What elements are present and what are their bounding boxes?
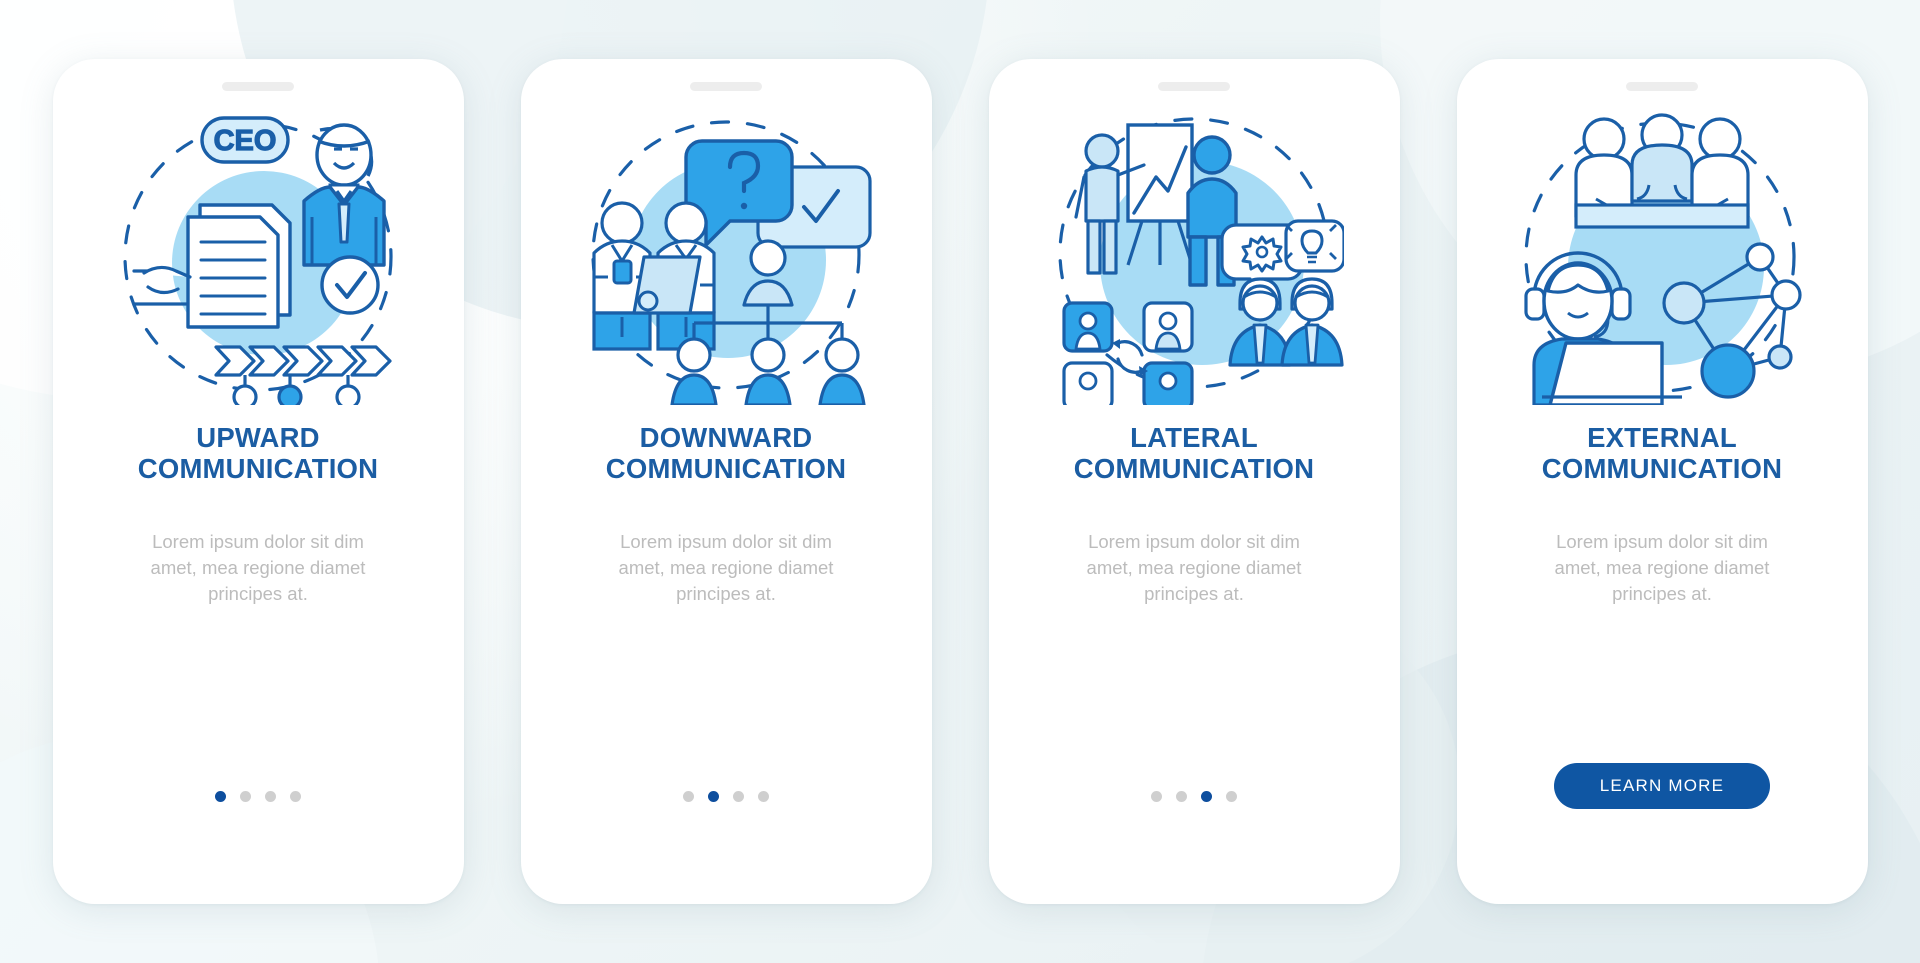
page-title: LATERAL COMMUNICATION bbox=[1029, 422, 1359, 485]
ceo-badge-label: CEO bbox=[214, 125, 277, 157]
pagination-dot-2[interactable] bbox=[708, 791, 719, 802]
pagination-dot-3[interactable] bbox=[733, 791, 744, 802]
pagination-dot-3[interactable] bbox=[1201, 791, 1212, 802]
pagination-dot-1[interactable] bbox=[1151, 791, 1162, 802]
pagination-dots[interactable] bbox=[215, 791, 301, 802]
phone-speaker-bar bbox=[1626, 82, 1698, 91]
pagination-dot-2[interactable] bbox=[240, 791, 251, 802]
pagination-dot-1[interactable] bbox=[683, 791, 694, 802]
page-title: DOWNWARD COMMUNICATION bbox=[561, 422, 891, 485]
page-description: Lorem ipsum dolor sit dim amet, mea regi… bbox=[150, 530, 366, 605]
page-title-line1: LATERAL bbox=[1130, 422, 1258, 453]
page-title-line2: COMMUNICATION bbox=[1541, 452, 1783, 484]
pagination-dot-1[interactable] bbox=[215, 791, 226, 802]
illustration-container: CEO bbox=[88, 105, 428, 405]
page-title-line2: COMMUNICATION bbox=[605, 452, 847, 484]
phone-mockup-row: CEO UPWARD COMMUNICATION Lorem ipsum dol… bbox=[0, 0, 1920, 963]
page-title-line1: DOWNWARD bbox=[639, 422, 813, 453]
page-title-line2: COMMUNICATION bbox=[137, 452, 379, 484]
page-title-line2: COMMUNICATION bbox=[1073, 452, 1315, 484]
pagination-dot-4[interactable] bbox=[758, 791, 769, 802]
pagination-dots[interactable] bbox=[1151, 791, 1237, 802]
phone-speaker-bar bbox=[222, 82, 294, 91]
phone-speaker-bar bbox=[1158, 82, 1230, 91]
external-communication-illustration bbox=[1524, 113, 1802, 405]
phone-screen-upward: CEO UPWARD COMMUNICATION Lorem ipsum dol… bbox=[52, 59, 464, 904]
pagination-dots[interactable] bbox=[683, 791, 769, 802]
page-description: Lorem ipsum dolor sit dim amet, mea regi… bbox=[1086, 530, 1302, 605]
upward-communication-illustration: CEO bbox=[123, 116, 393, 405]
page-title: EXTERNAL COMMUNICATION bbox=[1497, 422, 1827, 485]
illustration-container bbox=[556, 105, 896, 405]
pagination-dot-2[interactable] bbox=[1176, 791, 1187, 802]
downward-communication-illustration bbox=[591, 120, 872, 405]
illustration-container bbox=[1024, 105, 1364, 405]
phone-screen-downward: DOWNWARD COMMUNICATION Lorem ipsum dolor… bbox=[520, 59, 932, 904]
lateral-communication-illustration bbox=[1058, 117, 1344, 405]
pagination-dot-3[interactable] bbox=[265, 791, 276, 802]
page-title-line1: EXTERNAL bbox=[1587, 422, 1737, 453]
phone-screen-lateral: LATERAL COMMUNICATION Lorem ipsum dolor … bbox=[988, 59, 1400, 904]
illustration-container bbox=[1492, 105, 1832, 405]
pagination-dot-4[interactable] bbox=[1226, 791, 1237, 802]
onboarding-screens-stage: CEO UPWARD COMMUNICATION Lorem ipsum dol… bbox=[0, 0, 1920, 963]
page-description: Lorem ipsum dolor sit dim amet, mea regi… bbox=[1554, 530, 1770, 605]
page-title-line1: UPWARD bbox=[196, 422, 320, 453]
page-description: Lorem ipsum dolor sit dim amet, mea regi… bbox=[618, 530, 834, 605]
learn-more-button[interactable]: LEARN MORE bbox=[1553, 763, 1771, 809]
pagination-dot-4[interactable] bbox=[290, 791, 301, 802]
page-title: UPWARD COMMUNICATION bbox=[93, 422, 423, 485]
phone-screen-external: EXTERNAL COMMUNICATION Lorem ipsum dolor… bbox=[1456, 59, 1868, 904]
phone-speaker-bar bbox=[690, 82, 762, 91]
